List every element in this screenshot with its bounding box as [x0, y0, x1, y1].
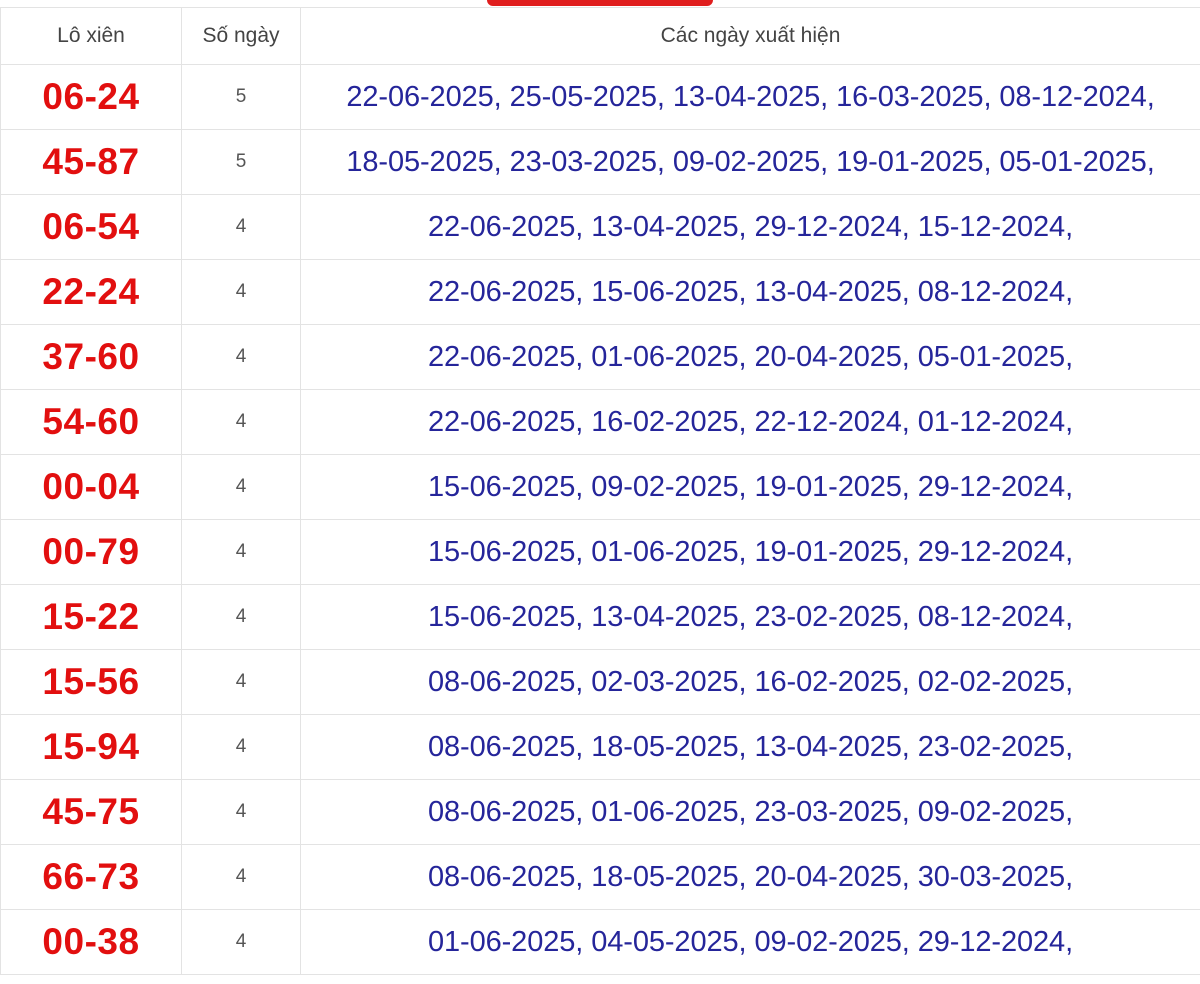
table-row: 22-24 4 22-06-2025, 15-06-2025, 13-04-20… [0, 259, 1200, 325]
table-row: 37-60 4 22-06-2025, 01-06-2025, 20-04-20… [0, 324, 1200, 390]
header-pair: Lô xiên [0, 7, 182, 65]
pair-cell: 15-56 [0, 649, 182, 715]
count-cell: 4 [181, 844, 301, 910]
dates-cell: 22-06-2025, 16-02-2025, 22-12-2024, 01-1… [300, 389, 1200, 455]
count-cell: 4 [181, 389, 301, 455]
table-row: 00-04 4 15-06-2025, 09-02-2025, 19-01-20… [0, 454, 1200, 520]
dates-cell: 08-06-2025, 02-03-2025, 16-02-2025, 02-0… [300, 649, 1200, 715]
dates-cell: 22-06-2025, 25-05-2025, 13-04-2025, 16-0… [300, 64, 1200, 130]
table-row: 15-22 4 15-06-2025, 13-04-2025, 23-02-20… [0, 584, 1200, 650]
count-cell: 5 [181, 64, 301, 130]
count-cell: 4 [181, 779, 301, 845]
table-header-row: Lô xiên Số ngày Các ngày xuất hiện [0, 7, 1200, 65]
dates-cell: 15-06-2025, 09-02-2025, 19-01-2025, 29-1… [300, 454, 1200, 520]
pair-cell: 45-87 [0, 129, 182, 195]
count-cell: 4 [181, 194, 301, 260]
count-cell: 4 [181, 259, 301, 325]
pair-cell: 06-54 [0, 194, 182, 260]
count-cell: 4 [181, 519, 301, 585]
table-row: 06-54 4 22-06-2025, 13-04-2025, 29-12-20… [0, 194, 1200, 260]
pair-cell: 15-22 [0, 584, 182, 650]
lo-xien-table: Lô xiên Số ngày Các ngày xuất hiện 06-24… [0, 7, 1200, 975]
pair-cell: 15-94 [0, 714, 182, 780]
count-cell: 4 [181, 454, 301, 520]
dates-cell: 08-06-2025, 01-06-2025, 23-03-2025, 09-0… [300, 779, 1200, 845]
pair-cell: 22-24 [0, 259, 182, 325]
header-dates: Các ngày xuất hiện [300, 7, 1200, 65]
dates-cell: 08-06-2025, 18-05-2025, 20-04-2025, 30-0… [300, 844, 1200, 910]
table-row: 00-79 4 15-06-2025, 01-06-2025, 19-01-20… [0, 519, 1200, 585]
table-row: 00-38 4 01-06-2025, 04-05-2025, 09-02-20… [0, 909, 1200, 975]
table-row: 45-75 4 08-06-2025, 01-06-2025, 23-03-20… [0, 779, 1200, 845]
count-cell: 5 [181, 129, 301, 195]
count-cell: 4 [181, 649, 301, 715]
count-cell: 4 [181, 909, 301, 975]
dates-cell: 08-06-2025, 18-05-2025, 13-04-2025, 23-0… [300, 714, 1200, 780]
table-row: 06-24 5 22-06-2025, 25-05-2025, 13-04-20… [0, 64, 1200, 130]
dates-cell: 22-06-2025, 01-06-2025, 20-04-2025, 05-0… [300, 324, 1200, 390]
header-count: Số ngày [181, 7, 301, 65]
pair-cell: 45-75 [0, 779, 182, 845]
table-row: 15-94 4 08-06-2025, 18-05-2025, 13-04-20… [0, 714, 1200, 780]
table-row: 54-60 4 22-06-2025, 16-02-2025, 22-12-20… [0, 389, 1200, 455]
table-row: 66-73 4 08-06-2025, 18-05-2025, 20-04-20… [0, 844, 1200, 910]
pair-cell: 66-73 [0, 844, 182, 910]
count-cell: 4 [181, 714, 301, 780]
pair-cell: 00-04 [0, 454, 182, 520]
table-row: 45-87 5 18-05-2025, 23-03-2025, 09-02-20… [0, 129, 1200, 195]
table-row: 15-56 4 08-06-2025, 02-03-2025, 16-02-20… [0, 649, 1200, 715]
dates-cell: 15-06-2025, 01-06-2025, 19-01-2025, 29-1… [300, 519, 1200, 585]
dates-cell: 01-06-2025, 04-05-2025, 09-02-2025, 29-1… [300, 909, 1200, 975]
dates-cell: 22-06-2025, 13-04-2025, 29-12-2024, 15-1… [300, 194, 1200, 260]
table-body: 06-24 5 22-06-2025, 25-05-2025, 13-04-20… [0, 64, 1200, 975]
pair-cell: 37-60 [0, 324, 182, 390]
dates-cell: 15-06-2025, 13-04-2025, 23-02-2025, 08-1… [300, 584, 1200, 650]
dates-cell: 18-05-2025, 23-03-2025, 09-02-2025, 19-0… [300, 129, 1200, 195]
count-cell: 4 [181, 584, 301, 650]
pair-cell: 54-60 [0, 389, 182, 455]
dates-cell: 22-06-2025, 15-06-2025, 13-04-2025, 08-1… [300, 259, 1200, 325]
pair-cell: 06-24 [0, 64, 182, 130]
count-cell: 4 [181, 324, 301, 390]
pair-cell: 00-79 [0, 519, 182, 585]
active-tab-indicator[interactable] [487, 0, 713, 6]
pair-cell: 00-38 [0, 909, 182, 975]
